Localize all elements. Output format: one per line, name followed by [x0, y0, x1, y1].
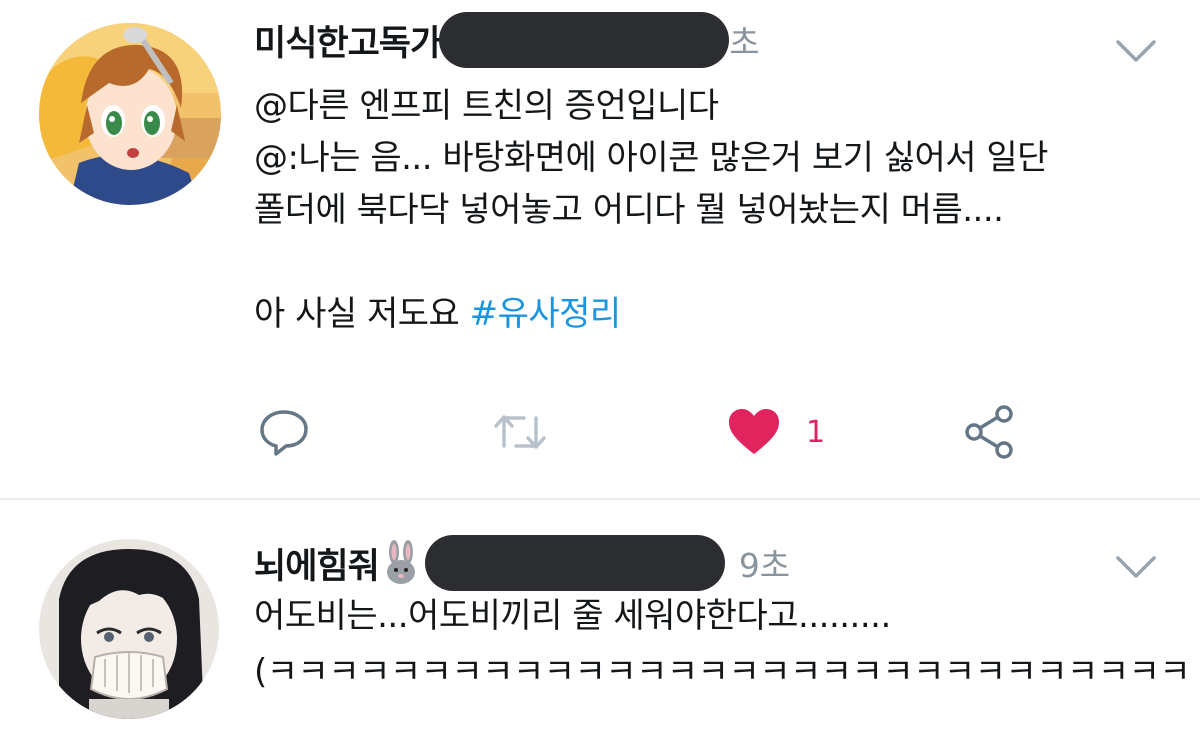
tweet[interactable]: 미식한고독가 초 @다른 엔프피 트친의 증언입니다 @:나는 음... 바탕화…: [0, 0, 1200, 500]
tweet-text-line: 어도비는...어도비끼리 줄 세워야한다고.........: [254, 596, 891, 636]
tweet-header: 미식한고독가 초: [254, 12, 760, 68]
heart-icon: [729, 409, 779, 454]
anime-girl-avatar-icon: [39, 23, 221, 205]
tweet-text: @다른 엔프피 트친의 증언입니다 @:나는 음... 바탕화면에 아이콘 많은…: [254, 80, 1174, 340]
tweet-text-line: 폴더에 북다닥 넣어놓고 어디다 뭘 넣어놨는지 머름....: [254, 190, 1004, 230]
redacted-username: [439, 12, 730, 68]
display-name[interactable]: 뇌에힘줘: [254, 538, 380, 589]
rabbit-emoji-icon: [386, 540, 415, 584]
redacted-username: [424, 535, 725, 591]
tweet-header: 뇌에힘줘 9초: [254, 535, 790, 591]
hashtag-link[interactable]: #유사정리: [470, 294, 622, 334]
tweet-actions: 1: [254, 400, 1054, 464]
tweet-text-line: @:나는 음... 바탕화면에 아이콘 많은거 보기 싫어서 일단: [254, 138, 1048, 178]
avatar[interactable]: [39, 23, 221, 205]
reply-icon: [260, 410, 308, 456]
tweet-text-line: 아 사실 저도요 #유사정리: [254, 288, 1174, 340]
avatar[interactable]: [39, 539, 219, 719]
retweet-icon: [494, 415, 546, 449]
chevron-down-icon[interactable]: [1114, 36, 1158, 66]
like-button[interactable]: 1: [726, 400, 825, 464]
display-name[interactable]: 미식한고독가: [254, 15, 442, 66]
tweet-text: 어도비는...어도비끼리 줄 세워야한다고......... (ㅋㅋㅋㅋㅋㅋㅋㅋ…: [254, 588, 1191, 700]
manga-character-avatar-icon: [39, 539, 219, 719]
retweet-button[interactable]: [488, 400, 552, 464]
tweet-text-line: (ㅋㅋㅋㅋㅋㅋㅋㅋㅋㅋㅋㅋㅋㅋㅋㅋㅋㅋㅋㅋㅋㅋㅋㅋㅋㅋㅋㅋㅋㅋ: [254, 652, 1191, 692]
divider: [0, 498, 1200, 500]
timestamp[interactable]: 초: [729, 16, 759, 64]
timestamp[interactable]: 9초: [739, 539, 790, 587]
tweet-text-segment: 아 사실 저도요: [254, 294, 470, 334]
reply-button[interactable]: [258, 400, 310, 464]
tweet-text-line: @다른 엔프피 트친의 증언입니다: [254, 86, 719, 126]
chevron-down-icon[interactable]: [1114, 552, 1158, 582]
like-count: 1: [806, 414, 826, 450]
share-button[interactable]: [962, 400, 1018, 464]
tweet[interactable]: 뇌에힘줘 9초 어도비는...어도비끼리 줄 세워야한다고......... (…: [0, 501, 1200, 733]
share-icon: [965, 405, 1013, 459]
